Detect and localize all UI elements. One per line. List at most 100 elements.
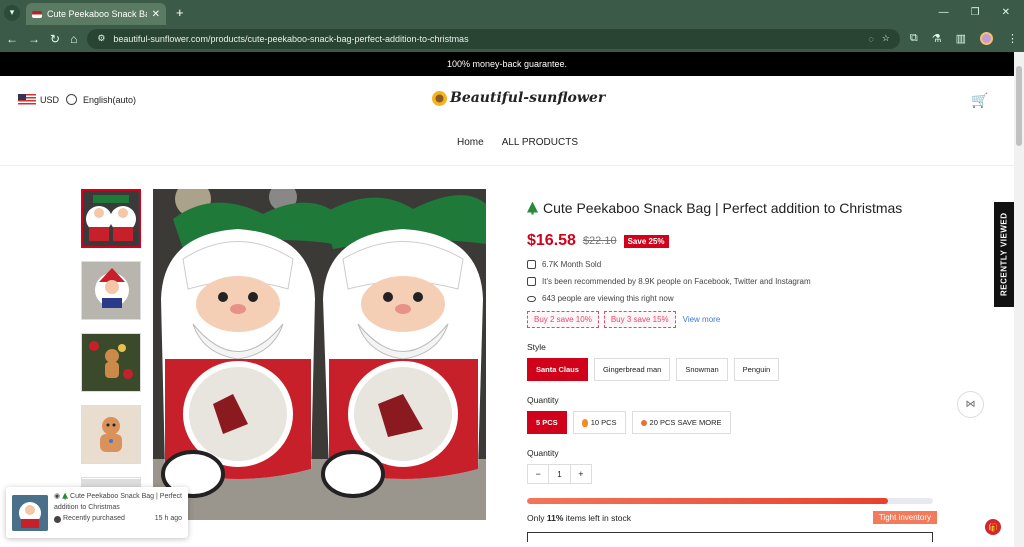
viewing-text: 643 people are viewing this right now	[542, 294, 674, 303]
pack-20-pcs[interactable]: 20 PCS SAVE MORE	[631, 411, 731, 435]
page-scrollbar[interactable]	[1014, 52, 1024, 547]
extensions-icon[interactable]: ⧉	[910, 32, 918, 45]
sunflower-icon	[432, 90, 447, 106]
thumbnail-santa-ornament[interactable]	[81, 261, 141, 320]
profile-avatar[interactable]	[980, 32, 993, 45]
recent-purchase-popup[interactable]: ◉ Cute Peekaboo Snack Bag | Perfect addi…	[6, 487, 188, 538]
current-price: $16.58	[527, 232, 576, 249]
view-more-link[interactable]: View more	[683, 315, 721, 324]
tab-search-icon[interactable]: ▾	[4, 4, 20, 21]
popup-footer: Recently purchased 15 h ago	[54, 514, 182, 525]
quantity-stepper: − 1 +	[527, 464, 592, 485]
logo-text: Beautiful-sunflower	[450, 90, 606, 106]
product-title-row: Cute Peekaboo Snack Bag | Perfect additi…	[527, 200, 937, 216]
share-icon[interactable]: ⋈	[957, 391, 984, 418]
scrollbar-thumb[interactable]	[1016, 66, 1022, 146]
close-window-icon[interactable]: ✕	[1002, 7, 1010, 18]
style-snowman[interactable]: Snowman	[676, 358, 728, 381]
browser-tab[interactable]: Cute Peekaboo Snack Bag | ✕	[26, 3, 166, 25]
back-icon[interactable]: ←	[6, 32, 18, 46]
language-label: English(auto)	[83, 94, 137, 105]
qty-input[interactable]: 1	[548, 465, 571, 484]
popup-santa-image	[12, 495, 48, 531]
pack-10-pcs[interactable]: 10 PCS	[572, 411, 626, 435]
eye-off-icon[interactable]: ◌	[868, 34, 873, 44]
stock-percent: 11%	[546, 512, 564, 523]
stock-row: Only 11% items left in stock Tight inven…	[527, 511, 937, 525]
style-penguin[interactable]: Penguin	[733, 358, 780, 381]
bookmark-star-icon[interactable]: ☆	[882, 33, 890, 44]
style-label: Style	[527, 342, 546, 352]
gingerbread-tree-image	[82, 334, 140, 391]
style-gingerbread-man[interactable]: Gingerbread man	[593, 358, 671, 381]
popup-tree-icon	[62, 492, 69, 500]
main-nav: Home ALL PRODUCTS	[457, 137, 578, 148]
product-title: Cute Peekaboo Snack Bag | Perfect additi…	[543, 200, 903, 216]
forward-icon[interactable]: →	[28, 32, 40, 46]
popup-title-row: ◉ Cute Peekaboo Snack Bag | Perfect addi…	[54, 492, 182, 513]
check-icon	[54, 515, 61, 523]
promo-buy-2[interactable]: Buy 2 save 10%	[527, 311, 599, 328]
window-controls: — ❐ ✕	[939, 7, 1010, 18]
stock-suffix: items left in stock	[563, 512, 631, 523]
recommended-text: It's been recommended by 8.9K people on …	[542, 277, 811, 286]
eye-icon	[527, 295, 536, 302]
currency-label: USD	[40, 94, 60, 105]
currency-selector[interactable]: USD	[18, 94, 59, 105]
nav-home[interactable]: Home	[457, 137, 484, 148]
browser-toolbar: ← → ↻ ⌂ ⚙ beautiful-sunflower.com/produc…	[0, 25, 1024, 52]
restore-icon[interactable]: ❐	[971, 7, 980, 18]
stock-text: Only 11% items left in stock	[527, 513, 631, 523]
stock-progress-fill	[527, 498, 889, 505]
qty-plus-button[interactable]: +	[571, 465, 591, 483]
style-options: Santa Claus Gingerbread man Snowman Peng…	[527, 358, 937, 381]
add-to-cart-button[interactable]	[527, 532, 933, 543]
popup-eye-icon: ◉	[54, 493, 63, 500]
santa-ornament-image	[82, 262, 140, 319]
promo-buy-3[interactable]: Buy 3 save 15%	[603, 311, 676, 328]
globe-icon	[66, 94, 77, 105]
announcement-bar: 100% money-back guarantee.	[0, 52, 1014, 76]
minimize-icon[interactable]: —	[939, 7, 949, 18]
popup-status: Recently purchased	[63, 515, 125, 522]
site-info-icon[interactable]: ⚙	[97, 33, 105, 44]
browser-tab-strip: ▾ Cute Peekaboo Snack Bag | ✕ + — ❐ ✕	[0, 0, 1024, 25]
pack-options: 5 PCS 10 PCS 20 PCS SAVE MORE	[527, 411, 937, 435]
labs-icon[interactable]: ⚗	[932, 32, 942, 45]
qty-minus-button[interactable]: −	[528, 465, 548, 483]
style-santa-claus[interactable]: Santa Claus	[527, 358, 588, 381]
hot-dot-icon	[640, 420, 647, 427]
tight-inventory-badge: Tight inventory	[872, 511, 937, 525]
fire-icon	[581, 419, 588, 428]
side-panel-icon[interactable]: ▥	[956, 32, 966, 45]
pack-5-pcs[interactable]: 5 PCS	[527, 411, 567, 435]
site-logo[interactable]: Beautiful-sunflower	[432, 90, 605, 106]
qty-label: Quantity	[527, 448, 559, 459]
stock-prefix: Only	[527, 512, 547, 523]
gift-icon[interactable]: 🎁	[985, 519, 1001, 535]
popup-product-image	[12, 495, 48, 531]
tab-close-icon[interactable]: ✕	[152, 9, 160, 20]
santa-thumb-image	[83, 191, 139, 246]
bag-icon	[527, 260, 536, 269]
home-icon[interactable]: ⌂	[70, 32, 77, 46]
language-selector[interactable]: English(auto)	[66, 94, 136, 105]
thumbnail-santa[interactable]	[81, 189, 141, 248]
reload-icon[interactable]: ↻	[50, 32, 60, 46]
product-info: Cute Peekaboo Snack Bag | Perfect additi…	[527, 200, 937, 543]
thumbnail-gingerbread-man[interactable]	[81, 405, 141, 464]
save-badge: Save 25%	[623, 234, 669, 248]
santa-snack-bags-image	[153, 189, 486, 520]
main-product-image[interactable]	[153, 189, 486, 520]
cart-icon[interactable]: 🛒	[971, 92, 988, 109]
pack-20-label: 20 PCS SAVE MORE	[649, 418, 722, 427]
recently-viewed-tab[interactable]: RECENTLY VIEWED	[994, 202, 1014, 307]
promo-row: Buy 2 save 10% Buy 3 save 15% View more	[527, 311, 937, 328]
address-bar[interactable]: ⚙ beautiful-sunflower.com/products/cute-…	[87, 28, 900, 49]
social-proof: 6.7K Month Sold It's been recommended by…	[527, 260, 937, 303]
popup-title: Cute Peekaboo Snack Bag | Perfect additi…	[54, 493, 182, 511]
menu-kebab-icon[interactable]: ⋮	[1007, 32, 1018, 45]
nav-all-products[interactable]: ALL PRODUCTS	[502, 137, 578, 148]
new-tab-icon[interactable]: +	[176, 5, 184, 20]
thumbnail-gingerbread-tree[interactable]	[81, 333, 141, 392]
